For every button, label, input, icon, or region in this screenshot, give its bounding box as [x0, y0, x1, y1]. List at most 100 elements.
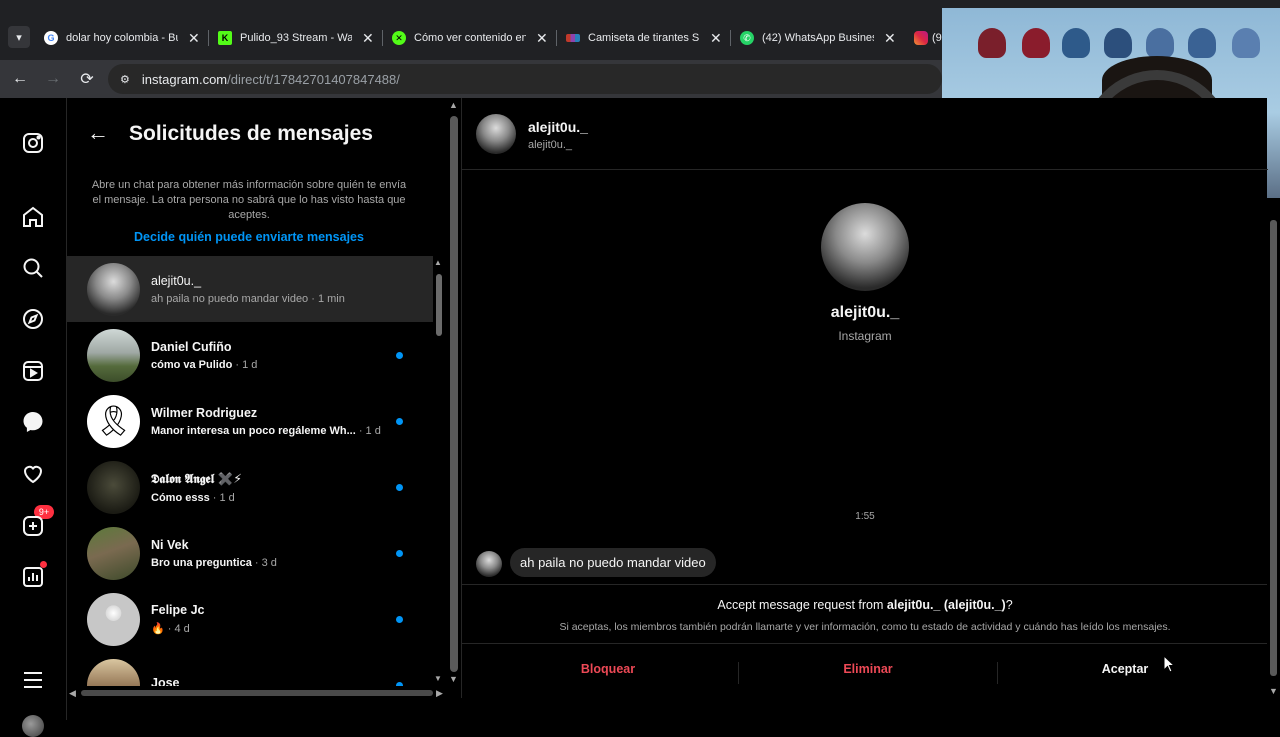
scroll-right-icon[interactable]: ▶	[436, 688, 443, 699]
tab-divider	[382, 30, 383, 46]
tab-divider	[208, 30, 209, 46]
store-icon	[566, 34, 580, 42]
close-icon[interactable]: ✕	[884, 30, 896, 47]
close-icon[interactable]: ✕	[362, 30, 374, 47]
notifications-heart-icon[interactable]	[21, 462, 45, 486]
scrollbar-thumb[interactable]	[1270, 220, 1277, 676]
cap-decoration	[1146, 28, 1174, 58]
thread-time: · 1 d	[355, 424, 381, 437]
accept-button[interactable]: Aceptar	[991, 662, 1259, 676]
thread-time: · 4 d	[164, 623, 190, 635]
avatar	[87, 592, 140, 646]
thread-name: Daniel Cufiño	[151, 339, 232, 354]
explore-compass-icon[interactable]	[21, 307, 45, 331]
scroll-left-icon[interactable]: ◀	[69, 688, 76, 699]
request-thread[interactable]: Daniel Cufiño cómo va Pulido · 1 d	[67, 322, 433, 388]
thread-list-scrollbar[interactable]: ▲ ▼	[433, 258, 445, 686]
tab-label: dolar hoy colombia - Busca	[66, 32, 178, 44]
profile-avatar-icon[interactable]	[22, 715, 44, 737]
thread-list-horizontal-scrollbar[interactable]: ◀ ▶	[67, 686, 447, 700]
close-icon[interactable]: ✕	[710, 30, 722, 47]
scroll-down-icon[interactable]: ▼	[1269, 686, 1278, 696]
scrollbar-thumb[interactable]	[81, 690, 433, 696]
search-icon[interactable]	[21, 256, 45, 280]
instagram-logo-icon[interactable]	[21, 131, 45, 155]
thread-preview: ah paila no puedo mandar video	[151, 292, 309, 305]
message-request-prompt: Accept message request from alejit0u._ (…	[462, 584, 1268, 644]
tab-search-chevron-icon[interactable]: ▾	[8, 26, 30, 48]
message-timestamp: 1:55	[855, 511, 875, 522]
page-scrollbar[interactable]: ▼	[1267, 198, 1280, 698]
browser-tab[interactable]: Camiseta de tirantes Shock ✕	[566, 26, 738, 50]
scrollbar-thumb[interactable]	[450, 116, 458, 672]
browser-tab[interactable]: G dolar hoy colombia - Busca ✕	[44, 26, 216, 50]
unread-dot	[396, 418, 403, 425]
request-thread[interactable]: Jose	[67, 652, 433, 686]
request-actions: Bloquear Eliminar Aceptar	[462, 646, 1268, 698]
url-field[interactable]: ⚙ instagram.com/direct/t/178427014078474…	[108, 64, 942, 94]
thread-time: · 1 d	[232, 358, 258, 371]
back-arrow-icon[interactable]: ←	[87, 120, 111, 145]
message-controls-link[interactable]: Decide quién puede enviarte mensajes	[87, 230, 411, 244]
thread-time: · 3 d	[251, 556, 277, 569]
accept-request-title: Accept message request from alejit0u._ (…	[462, 598, 1268, 612]
browser-tab[interactable]: ✕ Cómo ver contenido en Kick ✕	[392, 26, 564, 50]
conversation-name[interactable]: alejit0u._	[528, 119, 588, 135]
more-menu-icon[interactable]	[21, 668, 45, 692]
profile-avatar[interactable]	[821, 203, 909, 291]
request-thread[interactable]: alejit0u._ah paila no puedo mandar video…	[67, 256, 433, 322]
back-arrow-icon[interactable]: ←	[9, 68, 31, 90]
browser-tab[interactable]: ✆ (42) WhatsApp Business ✕	[740, 26, 912, 50]
dashboard-chart-icon[interactable]	[21, 565, 45, 589]
messenger-icon[interactable]	[21, 410, 45, 434]
delete-button[interactable]: Eliminar	[734, 662, 1002, 676]
request-thread[interactable]: Felipe Jc 🔥 · 4 d	[67, 586, 433, 652]
cap-decoration	[978, 28, 1006, 58]
block-button[interactable]: Bloquear	[474, 662, 742, 676]
avatar	[87, 460, 140, 514]
scroll-down-icon[interactable]: ▼	[449, 674, 458, 684]
accept-title-user: alejit0u._ (alejit0u._)	[886, 598, 1006, 612]
browser-tab[interactable]: K Pulido_93 Stream - Watch ✕	[218, 26, 390, 50]
whatsapp-icon: ✆	[740, 31, 754, 45]
panel-description: Abre un chat para obtener más informació…	[91, 179, 407, 221]
google-icon: G	[44, 31, 58, 45]
scrollbar-thumb[interactable]	[436, 274, 442, 336]
request-thread[interactable]: Ni Vek Bro una preguntica · 3 d	[67, 520, 433, 586]
tab-label: Camiseta de tirantes Shock	[588, 32, 700, 44]
profile-name: alejit0u._	[830, 304, 900, 321]
cap-decoration	[1062, 28, 1090, 58]
accept-request-description: Si aceptas, los miembros también podrán …	[559, 621, 1171, 633]
scroll-down-icon[interactable]: ▼	[434, 674, 442, 683]
reload-icon[interactable]: ⟳	[76, 68, 98, 90]
thread-preview: Bro una preguntica	[151, 556, 252, 569]
home-icon[interactable]	[21, 205, 45, 229]
close-icon[interactable]: ✕	[188, 30, 200, 47]
conversation-username: alejit0u._	[528, 139, 573, 151]
avatar	[87, 328, 140, 382]
site-settings-icon[interactable]: ⚙	[120, 73, 130, 86]
close-icon[interactable]: ✕	[536, 30, 548, 47]
forward-arrow-icon[interactable]: →	[42, 68, 64, 90]
reels-icon[interactable]	[21, 359, 45, 383]
thread-name: alejit0u._	[151, 273, 202, 288]
thread-preview: Cómo esss	[151, 491, 210, 504]
scroll-up-icon[interactable]: ▲	[449, 100, 458, 110]
avatar	[87, 658, 140, 686]
tab-divider	[730, 30, 731, 46]
request-thread[interactable]: 🎗 Wilmer Rodriguez Manor interesa un poco…	[67, 388, 433, 454]
panel-title: Solicitudes de mensajes	[129, 122, 373, 145]
avatar[interactable]	[476, 114, 516, 154]
unread-dot	[396, 484, 403, 491]
kick-icon: K	[218, 31, 232, 45]
thread-time: · 1 d	[209, 491, 235, 504]
cap-decoration	[1022, 28, 1050, 58]
instagram-sidebar: 9+	[0, 98, 67, 737]
browser-tab-active[interactable]: (9	[914, 26, 942, 50]
cap-decoration	[1188, 28, 1216, 58]
create-plus-icon[interactable]	[21, 514, 45, 538]
request-thread[interactable]: 𝕯𝖆𝖑𝖔𝖓 𝕬𝖓𝖌𝖊𝖑 ✖️⚡ Cómo esss · 1 d	[67, 454, 433, 520]
scroll-up-icon[interactable]: ▲	[434, 258, 442, 267]
panel-scrollbar[interactable]: ▲ ▼	[448, 98, 460, 688]
accept-title-suffix: ?	[1005, 598, 1013, 612]
